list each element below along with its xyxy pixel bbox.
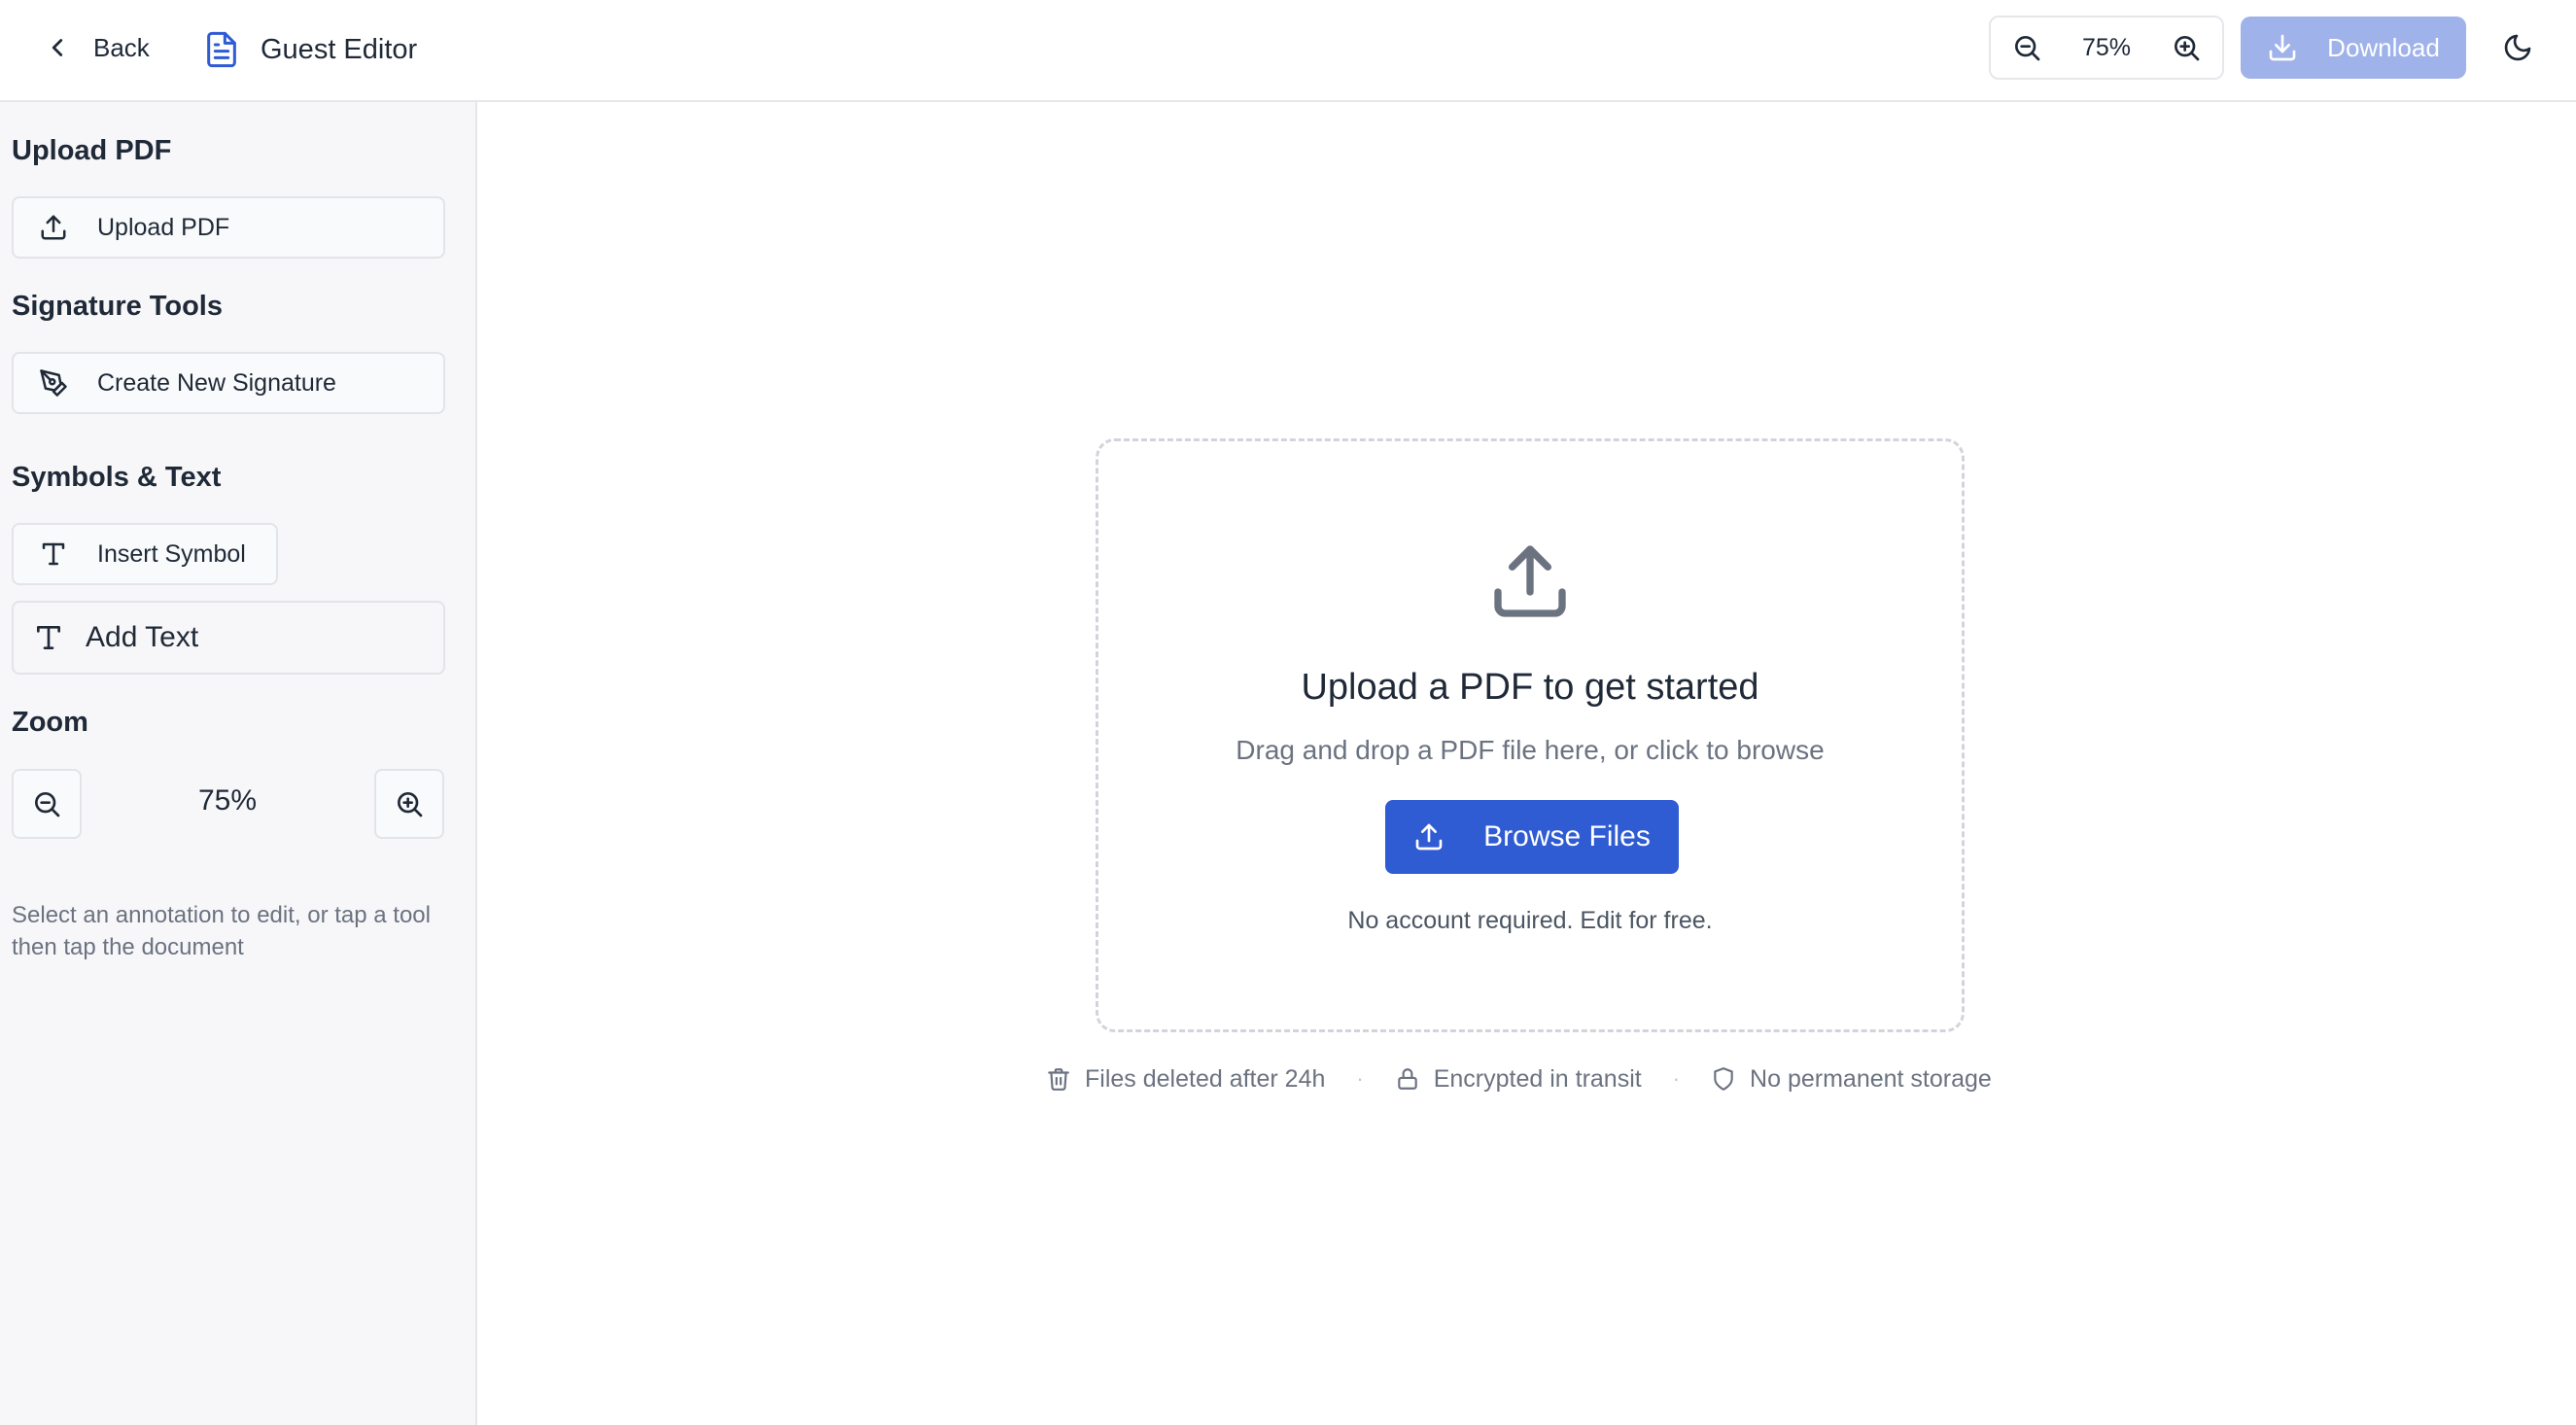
page-title: Guest Editor	[261, 33, 418, 65]
insert-symbol-button[interactable]: Insert Symbol	[12, 523, 278, 585]
add-text-button[interactable]: Add Text	[12, 601, 445, 675]
header-zoom-control: 75%	[1989, 16, 2224, 80]
moon-icon	[2502, 32, 2533, 63]
back-label: Back	[93, 32, 150, 62]
shield-icon	[1711, 1066, 1736, 1092]
header-zoom-in-button[interactable]	[2164, 25, 2209, 70]
upload-pdf-button[interactable]: Upload PDF	[12, 196, 445, 259]
chevron-left-icon	[43, 33, 72, 62]
zoom-in-icon	[394, 788, 425, 819]
sidebar-zoom-value: 75%	[197, 784, 258, 817]
trust-badges: Files deleted after 24h · Encrypted in t…	[1046, 1061, 1992, 1096]
sidebar-zoom-out-button[interactable]	[12, 769, 82, 839]
zoom-section-title: Zoom	[12, 707, 88, 738]
upload-pdf-label: Upload PDF	[97, 213, 230, 241]
zoom-out-icon	[31, 788, 62, 819]
app-title: Guest Editor	[202, 23, 417, 76]
zoom-in-icon	[2171, 32, 2202, 63]
separator-dot: ·	[1672, 1066, 1681, 1091]
download-icon	[2267, 32, 2298, 63]
lock-icon	[1395, 1066, 1420, 1092]
zoom-out-icon	[2011, 32, 2042, 63]
upload-section-title: Upload PDF	[12, 135, 172, 166]
header-zoom-out-button[interactable]	[2004, 25, 2049, 70]
dropzone-title: Upload a PDF to get started	[1301, 667, 1759, 708]
top-bar: Back Guest Editor 75% Download	[0, 0, 2576, 102]
sidebar-hint: Select an annotation to edit, or tap a t…	[12, 902, 431, 960]
create-signature-label: Create New Signature	[97, 368, 336, 397]
browse-files-button[interactable]: Browse Files	[1385, 800, 1679, 874]
dropzone-subtitle: Drag and drop a PDF file here, or click …	[1236, 735, 1825, 765]
upload-icon	[1487, 539, 1573, 624]
browse-files-label: Browse Files	[1483, 820, 1651, 852]
trust-encrypted: Encrypted in transit	[1395, 1065, 1642, 1094]
theme-toggle-button[interactable]	[2491, 21, 2544, 74]
sidebar-zoom-in-button[interactable]	[374, 769, 444, 839]
trash-icon	[1046, 1066, 1071, 1092]
download-button[interactable]: Download	[2241, 17, 2466, 79]
trust-deleted: Files deleted after 24h	[1046, 1065, 1325, 1094]
insert-symbol-label: Insert Symbol	[97, 539, 246, 568]
back-button[interactable]: Back	[33, 21, 159, 74]
download-label: Download	[2327, 32, 2440, 62]
add-text-label: Add Text	[86, 621, 199, 653]
pen-tool-icon	[39, 368, 68, 398]
symbols-section-title: Symbols & Text	[12, 462, 222, 493]
trust-encrypted-label: Encrypted in transit	[1433, 1064, 1642, 1093]
create-signature-button[interactable]: Create New Signature	[12, 352, 445, 414]
trust-storage-label: No permanent storage	[1750, 1064, 1992, 1093]
type-icon	[33, 622, 64, 653]
signature-section-title: Signature Tools	[12, 291, 223, 322]
tools-sidebar: Upload PDF Upload PDF Signature Tools Cr…	[0, 102, 477, 1425]
trust-deleted-label: Files deleted after 24h	[1085, 1064, 1326, 1093]
upload-icon	[1413, 821, 1445, 852]
upload-icon	[39, 213, 68, 242]
file-text-icon	[202, 30, 241, 69]
trust-storage: No permanent storage	[1711, 1065, 1992, 1094]
dropzone-note: No account required. Edit for free.	[1347, 907, 1713, 934]
header-zoom-value: 75%	[2081, 33, 2132, 61]
pdf-dropzone[interactable]: Upload a PDF to get started Drag and dro…	[1096, 438, 1965, 1032]
type-icon	[39, 539, 68, 569]
separator-dot: ·	[1356, 1066, 1364, 1091]
